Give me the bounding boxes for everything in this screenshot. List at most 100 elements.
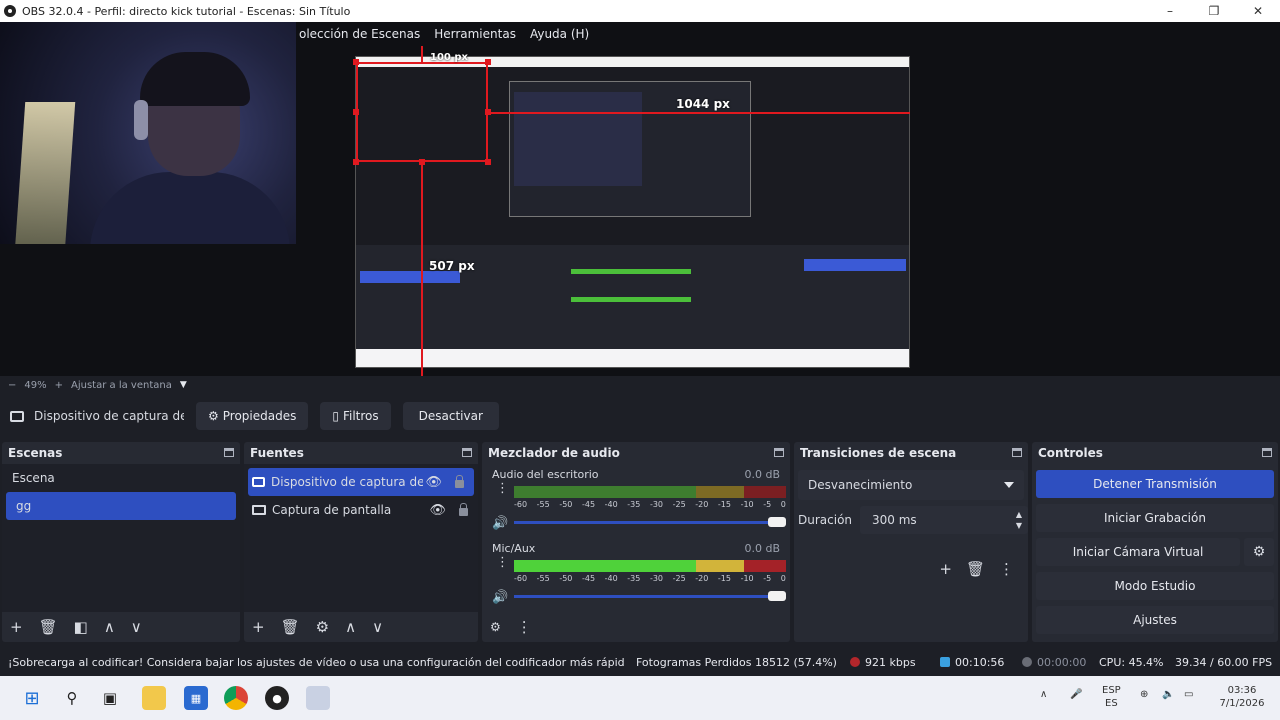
deactivate-button[interactable]: Desactivar — [402, 402, 499, 430]
file-explorer-icon[interactable] — [142, 686, 166, 710]
volume-fader-knob[interactable] — [768, 591, 786, 601]
headset — [134, 100, 148, 140]
microphone-icon[interactable]: 🎤 — [1070, 688, 1082, 701]
obs-taskbar-icon[interactable]: ● — [265, 686, 289, 710]
zoom-dropdown-icon[interactable]: ▼ — [180, 380, 187, 390]
move-down-icon[interactable]: ∨ — [131, 618, 142, 636]
trash-icon[interactable]: 🗑 — [966, 560, 985, 578]
dock-undock-icon[interactable] — [224, 448, 234, 457]
scenes-dock: Escenas Escena gg + 🗑 ◧ ∧ ∨ — [2, 442, 240, 642]
stop-streaming-button[interactable]: Detener Transmisión — [1036, 470, 1274, 498]
clock[interactable]: 03:36 7/1/2026 — [1212, 684, 1272, 710]
scene-item-active[interactable]: gg — [6, 492, 236, 520]
move-up-icon[interactable]: ∧ — [345, 618, 356, 636]
filter-icon: ▯ — [332, 409, 339, 423]
menu-tools[interactable]: Herramientas — [427, 27, 523, 41]
resize-handle[interactable] — [485, 159, 491, 165]
trash-icon[interactable]: 🗑 — [281, 618, 300, 636]
spinner-icon[interactable]: ▲ ▼ — [1016, 509, 1022, 531]
volume-fader[interactable] — [514, 521, 778, 524]
zoom-out-button[interactable]: − — [8, 380, 16, 391]
fps-value: 39.34 / 60.00 FPS — [1175, 655, 1273, 669]
chevron-up-icon[interactable]: ∧ — [1040, 688, 1047, 701]
lock-icon[interactable] — [459, 503, 468, 516]
scene-filters-icon[interactable]: ◧ — [74, 618, 88, 636]
close-button[interactable]: ✕ — [1236, 0, 1280, 22]
rec-icon — [1022, 656, 1032, 667]
language-indicator[interactable]: ESP ES — [1102, 684, 1121, 710]
network-icon[interactable]: ⊕ — [1140, 688, 1148, 701]
audio-mixer-dock: Mezclador de audio Audio del escritorio … — [482, 442, 790, 642]
properties-button[interactable]: ⚙ Propiedades — [196, 402, 309, 430]
resize-handle[interactable] — [353, 59, 359, 65]
add-transition-icon[interactable]: + — [939, 560, 952, 578]
dock-undock-icon[interactable] — [1012, 448, 1022, 457]
search-icon[interactable]: ⚲ — [60, 686, 84, 710]
kebab-menu-icon[interactable]: ⋮ — [496, 556, 509, 569]
meter-tick-label: -5 — [763, 500, 772, 509]
bitrate-status: 921 kbps — [850, 656, 916, 669]
zoom-fit-label[interactable]: Ajustar a la ventana — [71, 380, 172, 391]
eye-icon[interactable]: 👁 — [425, 475, 442, 490]
advanced-audio-icon[interactable]: ⚙ — [490, 620, 501, 634]
transitions-dock-header: Transiciones de escena — [794, 442, 1028, 464]
lock-icon[interactable] — [455, 475, 464, 488]
scene-label: gg — [16, 499, 32, 513]
volume-icon[interactable]: 🔈 — [1162, 688, 1174, 701]
trash-icon[interactable]: 🗑 — [39, 618, 58, 636]
chevron-down-icon — [1004, 482, 1014, 488]
encoder-warning: ¡Sobrecarga al codificar! Considera baja… — [8, 655, 625, 669]
zoom-in-button[interactable]: + — [55, 380, 63, 391]
menu-scene-collection[interactable]: olección de Escenas — [292, 27, 427, 41]
resize-handle[interactable] — [485, 59, 491, 65]
webcam-source-preview[interactable] — [0, 22, 296, 244]
kebab-menu-icon[interactable]: ⋮ — [496, 482, 509, 495]
camera-icon — [252, 477, 265, 487]
speaker-icon[interactable]: 🔊 — [492, 590, 508, 605]
start-recording-button[interactable]: Iniciar Grabación — [1036, 504, 1274, 532]
meter-tick-label: -25 — [672, 574, 686, 583]
meter-tick-label: -25 — [672, 500, 686, 509]
windows-start-icon[interactable]: ⊞ — [20, 686, 44, 710]
minimize-button[interactable]: – — [1148, 0, 1192, 22]
menu-help[interactable]: Ayuda (H) — [523, 27, 596, 41]
resize-handle[interactable] — [353, 109, 359, 115]
scene-item[interactable]: Escena — [2, 464, 240, 492]
gear-icon[interactable]: ⚙ — [316, 618, 329, 636]
source-item-active[interactable]: Dispositivo de captura de v 👁 — [248, 468, 474, 496]
mixer-toolbar: ⚙ ⋮ — [482, 612, 790, 642]
settings-button[interactable]: Ajustes — [1036, 606, 1274, 634]
filters-button[interactable]: ▯ Filtros — [320, 402, 391, 430]
chrome-icon[interactable] — [224, 686, 248, 710]
speaker-icon[interactable]: 🔊 — [492, 516, 508, 531]
transition-select[interactable]: Desvanecimiento — [798, 470, 1024, 500]
dock-undock-icon[interactable] — [462, 448, 472, 457]
gear-icon[interactable]: ⚙ — [1244, 538, 1274, 566]
kebab-menu-icon[interactable]: ⋮ — [517, 618, 532, 636]
app-icon[interactable] — [306, 686, 330, 710]
source-item[interactable]: Captura de pantalla 👁 — [244, 496, 478, 524]
maximize-button[interactable]: ❐ — [1192, 0, 1236, 22]
kebab-menu-icon[interactable]: ⋮ — [999, 560, 1014, 578]
properties-label: Propiedades — [222, 409, 297, 423]
battery-icon[interactable]: ▭ — [1184, 688, 1193, 701]
move-up-icon[interactable]: ∧ — [104, 618, 115, 636]
move-down-icon[interactable]: ∨ — [372, 618, 383, 636]
add-scene-icon[interactable]: + — [10, 618, 23, 636]
duration-input[interactable]: 300 ms ▲ ▼ — [860, 506, 1028, 534]
add-source-icon[interactable]: + — [252, 618, 265, 636]
meter-tick-label: -55 — [536, 500, 550, 509]
studio-mode-button[interactable]: Modo Estudio — [1036, 572, 1274, 600]
store-icon[interactable]: ▦ — [184, 686, 208, 710]
source-selection-box[interactable] — [356, 62, 488, 162]
volume-fader[interactable] — [514, 595, 778, 598]
dock-undock-icon[interactable] — [774, 448, 784, 457]
volume-fader-knob[interactable] — [768, 517, 786, 527]
sources-dock: Fuentes Dispositivo de captura de v 👁 Ca… — [244, 442, 478, 642]
eye-icon[interactable]: 👁 — [429, 503, 446, 518]
dock-undock-icon[interactable] — [1262, 448, 1272, 457]
meter-tick-label: -5 — [763, 574, 772, 583]
resize-handle[interactable] — [353, 159, 359, 165]
start-virtual-cam-button[interactable]: Iniciar Cámara Virtual — [1036, 538, 1240, 566]
task-view-icon[interactable]: ▣ — [98, 686, 122, 710]
